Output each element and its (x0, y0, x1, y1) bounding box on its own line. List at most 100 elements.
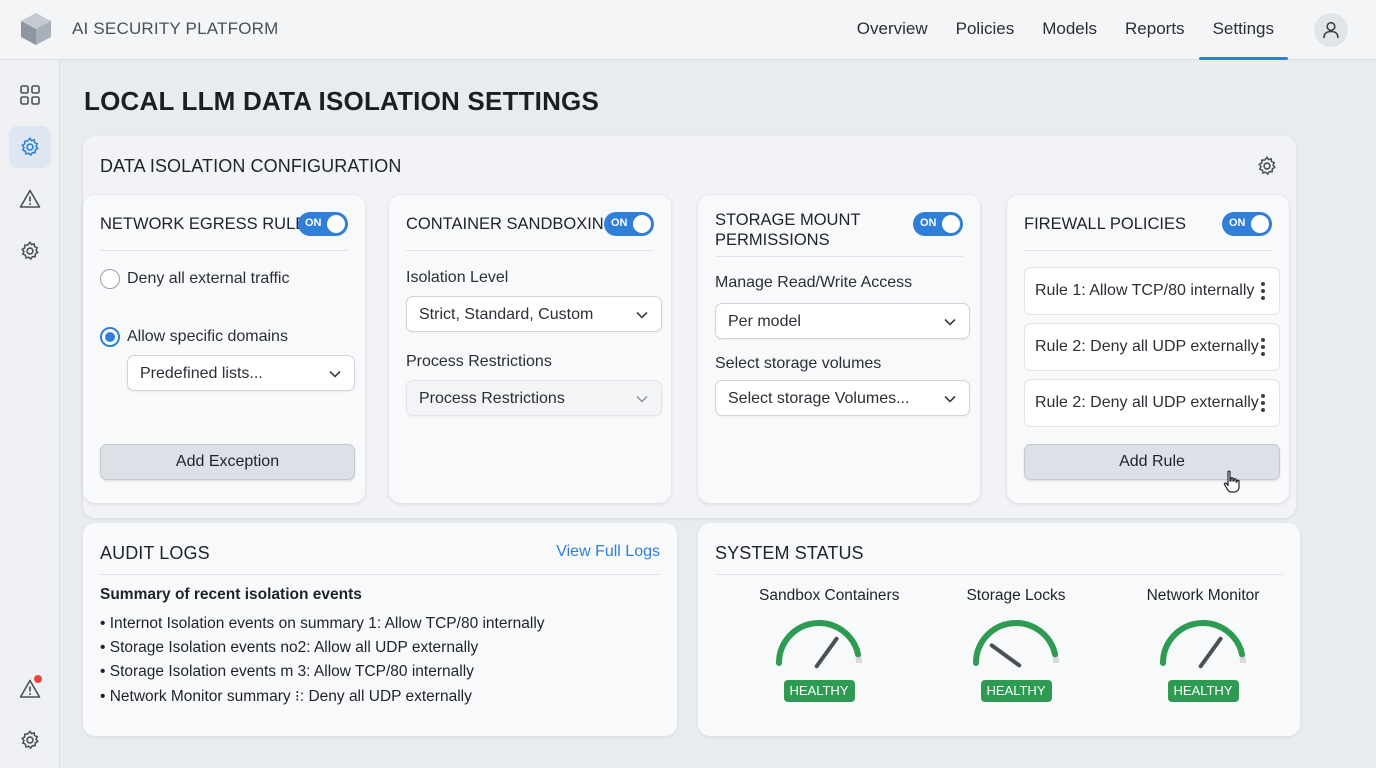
page-title: LOCAL LLM DATA ISOLATION SETTINGS (84, 86, 600, 116)
gear-icon (21, 136, 39, 157)
add-exception-button[interactable]: Add Exception (100, 444, 355, 480)
firewall-rule-text: Rule 1: Allow TCP/80 internally (1035, 282, 1255, 299)
audit-logs-title: AUDIT LOGS (100, 543, 210, 563)
gauge-arc (776, 620, 862, 666)
domains-select[interactable]: Predefined lists... (127, 355, 355, 391)
chevron-down-icon (636, 396, 648, 403)
gauge-track (1160, 620, 1246, 664)
user-icon (1323, 21, 1339, 39)
brand-name: AI SECURITY PLATFORM (72, 19, 279, 38)
user-avatar[interactable] (1314, 13, 1348, 47)
toggle-label: ON (611, 217, 628, 229)
storage-mount-title: STORAGE MOUNT PERMISSIONS (715, 210, 860, 250)
more-options-icon[interactable] (1257, 394, 1269, 414)
isolation-level-select[interactable]: Strict, Standard, Custom (406, 296, 662, 332)
gear-icon (21, 729, 39, 750)
nav-settings[interactable]: Settings (1198, 0, 1289, 60)
storage-volumes-select[interactable]: Select storage Volumes... (715, 380, 970, 416)
panel-divider (715, 574, 1283, 575)
firewall-policies-card: FIREWALL POLICIES ON Rule 1: Allow TCP/8… (1007, 195, 1289, 503)
audit-logs-panel: AUDIT LOGS View Full Logs Summary of rec… (83, 523, 677, 736)
gauge-needle (1198, 636, 1223, 669)
more-options-icon[interactable] (1257, 282, 1269, 302)
warning-icon (19, 189, 41, 208)
storage-mount-toggle[interactable]: ON (913, 212, 963, 236)
gauge-needle (989, 643, 1022, 668)
sidebar (0, 60, 60, 768)
nav-policies[interactable]: Policies (942, 0, 1029, 60)
process-restrictions-select[interactable]: Process Restrictions (406, 380, 662, 416)
chevron-down-icon (944, 395, 956, 403)
nav-overview[interactable]: Overview (843, 0, 942, 60)
firewall-policies-toggle[interactable]: ON (1222, 212, 1272, 236)
gauge-dial (1160, 620, 1246, 669)
cube-logo-icon (21, 13, 51, 45)
nav-reports[interactable]: Reports (1111, 0, 1199, 60)
radio-deny-all[interactable] (100, 269, 120, 289)
sidebar-notifications[interactable] (9, 668, 51, 710)
toggle-label: ON (920, 217, 937, 229)
gauge-label: Network Monitor (1146, 587, 1260, 604)
firewall-policies-title: FIREWALL POLICIES (1024, 215, 1186, 233)
gear-icon (21, 240, 39, 261)
radio-allow-specific[interactable] (100, 327, 120, 347)
firewall-rule-item[interactable]: Rule 2: Deny all UDP externally (1024, 323, 1280, 371)
more-options-icon[interactable] (1257, 338, 1269, 358)
process-restrictions-value: Process Restrictions (419, 390, 565, 407)
domains-select-value: Predefined lists... (140, 365, 263, 382)
firewall-rule-text: Rule 2: Deny all UDP externally (1035, 338, 1259, 355)
panel-settings-gear-icon[interactable] (1256, 155, 1278, 177)
config-panel-title: DATA ISOLATION CONFIGURATION (100, 156, 402, 176)
toggle-knob (942, 215, 960, 233)
card-divider (100, 250, 348, 251)
firewall-rule-item[interactable]: Rule 2: Deny all UDP externally (1024, 379, 1280, 427)
hand-cursor-icon (1223, 470, 1240, 493)
status-badge: HEALTHY (783, 680, 855, 702)
top-bar: AI SECURITY PLATFORM Overview Policies M… (0, 0, 1376, 60)
network-egress-toggle[interactable]: ON (298, 212, 348, 236)
chevron-down-icon (636, 311, 648, 319)
storage-volumes-value: Select storage Volumes... (728, 390, 910, 407)
gauge-network-monitor: Network Monitor HEALTHY (1143, 587, 1263, 702)
audit-event-item: • Network Monitor summary ⁝: Deny all UD… (100, 688, 472, 705)
sidebar-config[interactable] (9, 230, 51, 272)
read-write-access-select[interactable]: Per model (715, 303, 970, 339)
gauge-arc (1160, 620, 1246, 666)
toggle-label: ON (1229, 217, 1246, 229)
gauge-needle (814, 636, 839, 669)
storage-mount-title-line1: STORAGE MOUNT (715, 211, 861, 229)
audit-event-item: • Storage Isolation events no2: Allow al… (100, 639, 479, 656)
radio-deny-all-label: Deny all external traffic (127, 270, 290, 287)
sidebar-alerts[interactable] (9, 178, 51, 220)
toggle-label: ON (305, 217, 322, 229)
container-sandboxing-card: CONTAINER SANDBOXING ON Isolation Level … (389, 195, 671, 503)
sidebar-settings-active[interactable] (9, 126, 51, 168)
gauge-label: Storage Locks (966, 587, 1066, 604)
nav-models[interactable]: Models (1028, 0, 1111, 60)
dashboard-grid-icon (20, 85, 40, 105)
system-status-panel: SYSTEM STATUS Sandbox Containers HEALTHY… (698, 523, 1300, 736)
chevron-down-icon (329, 370, 341, 378)
read-write-access-label: Manage Read/Write Access (715, 274, 913, 291)
sidebar-preferences[interactable] (9, 719, 51, 761)
network-egress-card: NETWORK EGRESS RULES ON Deny all externa… (83, 195, 365, 503)
read-write-access-value: Per model (728, 313, 801, 330)
network-egress-title: NETWORK EGRESS RULES (100, 215, 318, 233)
container-sandboxing-toggle[interactable]: ON (604, 212, 654, 236)
gauge-track (776, 620, 862, 664)
storage-mount-title-line2: PERMISSIONS (715, 231, 830, 249)
firewall-rule-text: Rule 2: Deny all UDP externally (1035, 394, 1259, 411)
firewall-rule-item[interactable]: Rule 1: Allow TCP/80 internally (1024, 267, 1280, 315)
view-full-logs-link[interactable]: View Full Logs (556, 543, 660, 561)
storage-volumes-label: Select storage volumes (715, 355, 882, 372)
sidebar-dashboard[interactable] (9, 74, 51, 116)
toggle-knob (327, 215, 345, 233)
audit-summary-title: Summary of recent isolation events (100, 586, 362, 603)
gauge-dial (973, 620, 1059, 668)
audit-event-item: • Storage Isolation events m 3: Allow TC… (100, 663, 474, 680)
isolation-level-value: Strict, Standard, Custom (419, 306, 594, 323)
chevron-down-icon (944, 318, 956, 326)
toggle-knob (633, 215, 651, 233)
storage-mount-card: STORAGE MOUNT PERMISSIONS ON Manage Read… (698, 195, 980, 503)
process-restrictions-label: Process Restrictions (406, 353, 552, 370)
